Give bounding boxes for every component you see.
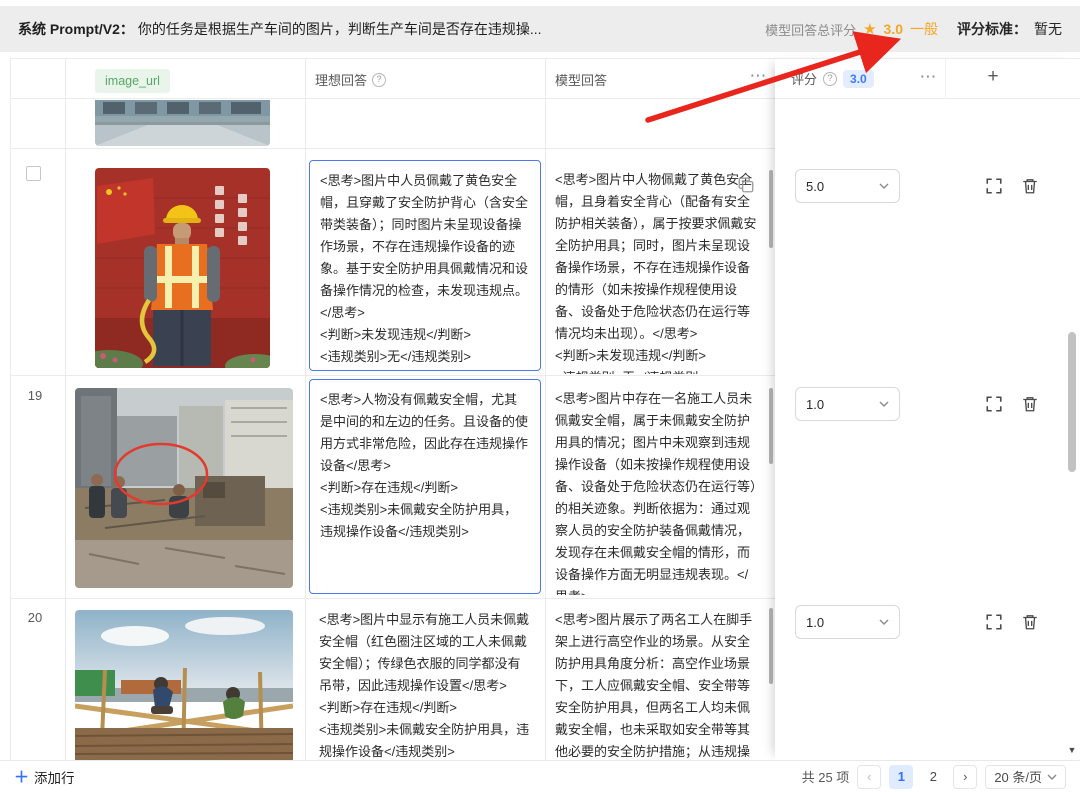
- table-left-border: [10, 58, 11, 760]
- system-prompt-text: 你的任务是根据生产车间的图片，判断生产车间是否存在违规操...: [138, 19, 542, 39]
- row-divider: [10, 98, 775, 99]
- score-value: 1.0: [806, 397, 824, 412]
- column-header-image-url[interactable]: image_url: [95, 69, 170, 93]
- worker-photo-art: [95, 168, 270, 368]
- prev-page-button[interactable]: ‹: [857, 765, 881, 789]
- panel-divider: [945, 59, 946, 99]
- ideal-answer-cell[interactable]: <思考>图片中显示有施工人员未佩戴安全帽（红色圈注区域的工人未佩戴安全帽）；传绿…: [309, 600, 541, 772]
- model-answer-cell[interactable]: <思考>图片中存在一名施工人员未佩戴安全帽，属于未佩戴安全防护用具的情况；图片中…: [547, 379, 775, 595]
- scroll-down-icon[interactable]: ▼: [1065, 742, 1079, 758]
- copy-icon[interactable]: [737, 176, 755, 194]
- row-number: 20: [22, 610, 48, 625]
- ideal-answer-label: 理想回答: [315, 70, 367, 89]
- ideal-answer-cell[interactable]: <思考>图片中人员佩戴了黄色安全帽，且穿戴了安全防护背心（含安全带类装备）；同时…: [309, 160, 541, 371]
- column-divider: [545, 58, 546, 760]
- column-divider: [65, 58, 66, 760]
- workshop-photo-art: [95, 100, 270, 146]
- help-icon[interactable]: ?: [823, 72, 837, 86]
- system-prompt[interactable]: 系统 Prompt/V2： 你的任务是根据生产车间的图片，判断生产车间是否存在违…: [18, 19, 542, 39]
- cell-scrollbar[interactable]: [769, 388, 773, 464]
- score-column-menu-icon[interactable]: ⋯: [913, 67, 943, 87]
- score-value: 5.0: [806, 179, 824, 194]
- total-score-level: 一般: [910, 19, 938, 39]
- total-score-label: 模型回答总评分: [765, 20, 856, 39]
- chevron-down-icon: [1047, 774, 1057, 780]
- expand-row-icon[interactable]: [985, 395, 1003, 413]
- row-divider: [10, 148, 775, 149]
- model-answer-cell[interactable]: <思考>图片展示了两名工人在脚手架上进行高空作业的场景。从安全防护用具角度分析：…: [547, 600, 775, 772]
- pagination: 共 25 项 ‹ 1 2 › 20 条/页: [802, 765, 1066, 789]
- page-1-button[interactable]: 1: [889, 765, 913, 789]
- delete-row-icon[interactable]: [1021, 177, 1039, 195]
- column-divider: [305, 58, 306, 760]
- delete-row-icon[interactable]: [1021, 613, 1039, 631]
- scrollbar-thumb[interactable]: [1068, 332, 1076, 472]
- score-standard-value: 暂无: [1034, 19, 1062, 39]
- delete-row-icon[interactable]: [1021, 395, 1039, 413]
- overall-score-area: 模型回答总评分 ★ 3.0 一般 评分标准： 暂无: [765, 19, 1062, 39]
- next-page-button[interactable]: ›: [953, 765, 977, 789]
- row-number: 19: [22, 388, 48, 403]
- score-column-panel: 评分 ? 3.0 ⋯ + 5.0 1.0: [775, 58, 1080, 760]
- score-row: 1.0: [795, 387, 900, 421]
- add-row-label: 添加行: [34, 767, 75, 787]
- plus-icon: ＋: [14, 766, 29, 787]
- column-header-score: 评分 ? 3.0 ⋯ +: [775, 59, 1080, 99]
- system-prompt-label: 系统 Prompt/V2：: [18, 19, 134, 39]
- row-divider: [10, 375, 775, 376]
- cell-photo-construction-site[interactable]: [75, 388, 293, 588]
- chevron-down-icon: [879, 183, 889, 189]
- page-scrollbar[interactable]: ▼: [1065, 100, 1079, 758]
- row-divider: [10, 598, 775, 599]
- model-column-menu-icon[interactable]: ⋯: [742, 66, 774, 86]
- model-answer-label: 模型回答: [555, 70, 607, 89]
- score-value: 1.0: [806, 615, 824, 630]
- page-2-button[interactable]: 2: [921, 765, 945, 789]
- system-prompt-bar: 系统 Prompt/V2： 你的任务是根据生产车间的图片，判断生产车间是否存在违…: [0, 6, 1080, 52]
- column-header-ideal-answer: 理想回答 ?: [315, 70, 386, 89]
- add-row-button[interactable]: ＋ 添加行: [14, 766, 75, 787]
- cell-scrollbar[interactable]: [769, 608, 773, 684]
- column-header-model-answer: 模型回答: [555, 70, 607, 89]
- expand-row-icon[interactable]: [985, 613, 1003, 631]
- score-select[interactable]: 1.0: [795, 605, 900, 639]
- total-count: 共 25 项: [802, 767, 850, 786]
- cell-photo-scaffold-workers[interactable]: [75, 610, 293, 760]
- page-size-label: 20 条/页: [994, 767, 1042, 786]
- score-label: 评分: [791, 69, 817, 88]
- score-row: 1.0: [795, 605, 900, 639]
- row-divider: [10, 58, 775, 59]
- row-checkbox[interactable]: [26, 166, 41, 181]
- cell-scrollbar[interactable]: [769, 170, 773, 248]
- score-select[interactable]: 1.0: [795, 387, 900, 421]
- chevron-down-icon: [879, 401, 889, 407]
- score-standard-label: 评分标准：: [957, 19, 1027, 39]
- star-icon: ★: [863, 22, 876, 37]
- expand-row-icon[interactable]: [985, 177, 1003, 195]
- page-size-select[interactable]: 20 条/页: [985, 765, 1066, 789]
- construction-photo-art: [75, 388, 293, 588]
- table-footer: ＋ 添加行 共 25 项 ‹ 1 2 › 20 条/页: [0, 760, 1080, 792]
- total-score-value: 3.0: [884, 21, 903, 37]
- help-icon[interactable]: ?: [372, 73, 386, 87]
- evaluation-app: 系统 Prompt/V2： 你的任务是根据生产车间的图片，判断生产车间是否存在违…: [0, 0, 1080, 792]
- score-average-badge: 3.0: [843, 70, 874, 88]
- cell-photo-workshop-partial[interactable]: [95, 100, 270, 146]
- cell-photo-worker-vest[interactable]: [95, 168, 270, 368]
- add-column-icon[interactable]: +: [978, 66, 1008, 88]
- score-select[interactable]: 5.0: [795, 169, 900, 203]
- score-row: 5.0: [795, 169, 900, 203]
- chevron-down-icon: [879, 619, 889, 625]
- ideal-answer-cell[interactable]: <思考>人物没有佩戴安全帽，尤其是中间的和左边的任务。且设备的使用方式非常危险，…: [309, 379, 541, 594]
- scaffold-photo-art: [75, 610, 293, 760]
